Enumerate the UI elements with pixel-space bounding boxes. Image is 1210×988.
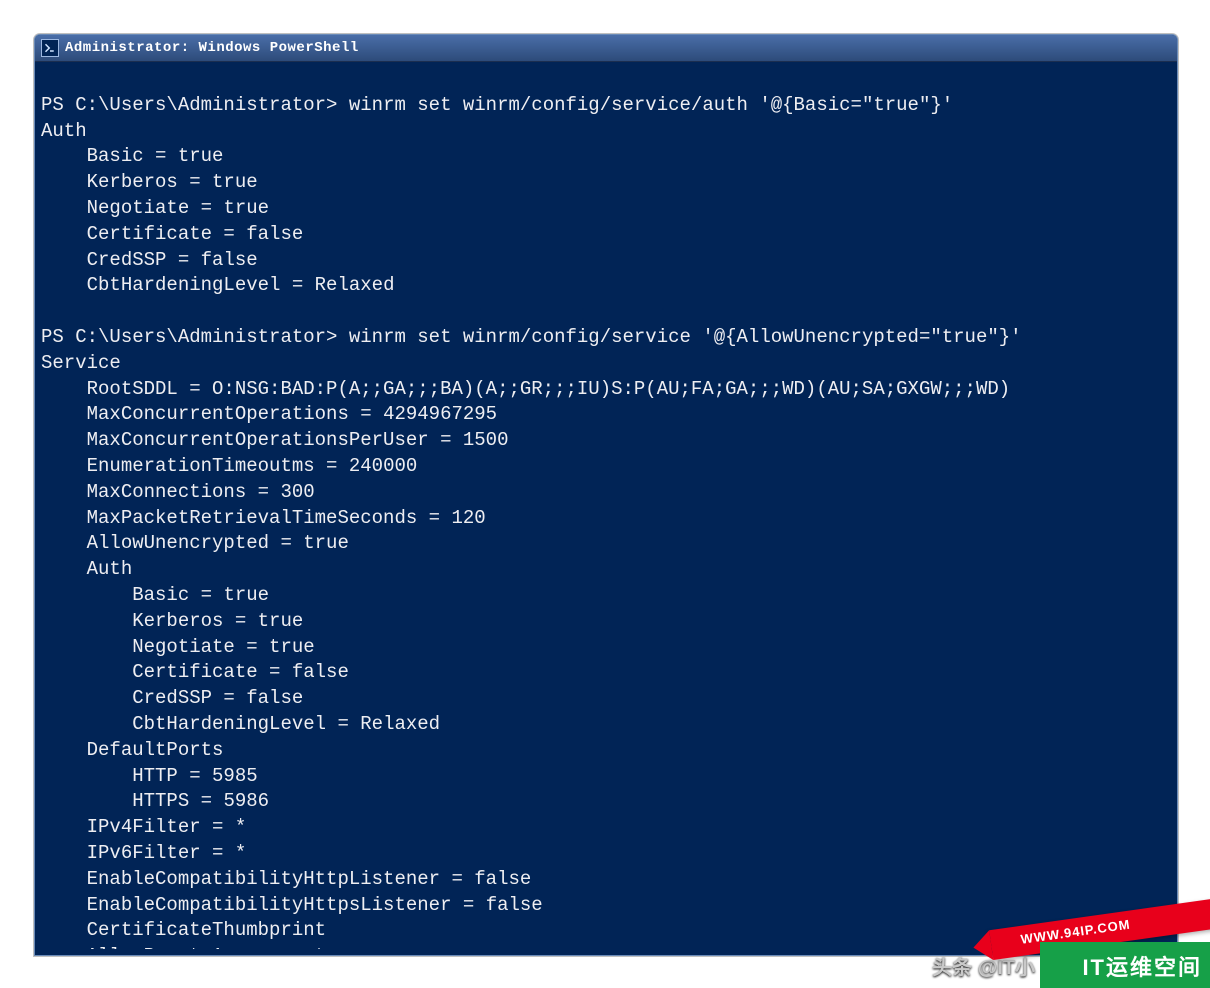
output-row: EnableCompatibilityHttpsListener = false (41, 894, 543, 916)
output-row: Kerberos = true (41, 171, 258, 193)
output-row: Basic = true (41, 145, 223, 167)
output-row: Certificate = false (41, 661, 349, 683)
output-row: CbtHardeningLevel = Relaxed (41, 713, 440, 735)
output-row: Negotiate = true (41, 636, 315, 658)
window-title: Administrator: Windows PowerShell (65, 40, 359, 56)
output-row: CbtHardeningLevel = Relaxed (41, 274, 394, 296)
output-row: RootSDDL = O:NSG:BAD:P(A;;GA;;;BA)(A;;GR… (41, 378, 1010, 400)
output-row: EnableCompatibilityHttpListener = false (41, 868, 531, 890)
blank-line (41, 300, 52, 322)
output-row: DefaultPorts (41, 739, 223, 761)
window-titlebar[interactable]: Administrator: Windows PowerShell (35, 35, 1177, 62)
output-row: Basic = true (41, 584, 269, 606)
output-row: Certificate = false (41, 223, 303, 245)
output-header: Auth (41, 120, 87, 142)
powershell-icon (41, 39, 59, 57)
output-row: CredSSP = false (41, 249, 258, 271)
output-row: HTTP = 5985 (41, 765, 258, 787)
output-row: Negotiate = true (41, 197, 269, 219)
output-row: AllowUnencrypted = true (41, 532, 349, 554)
output-row: MaxConcurrentOperations = 4294967295 (41, 403, 497, 425)
prompt-line: PS C:\Users\Administrator> winrm set win… (41, 94, 953, 116)
output-row: MaxConnections = 300 (41, 481, 315, 503)
prompt-line: PS C:\Users\Administrator> winrm set win… (41, 326, 1022, 348)
output-row: Kerberos = true (41, 610, 303, 632)
output-row: IPv4Filter = * (41, 816, 246, 838)
output-header: Service (41, 352, 121, 374)
terminal-output[interactable]: PS C:\Users\Administrator> winrm set win… (41, 65, 1171, 949)
output-row: AllowRemoteAccess = true (41, 945, 360, 949)
output-row: Auth (41, 558, 132, 580)
output-row: IPv6Filter = * (41, 842, 246, 864)
output-row: MaxPacketRetrievalTimeSeconds = 120 (41, 507, 486, 529)
output-row: CertificateThumbprint (41, 919, 326, 941)
output-row: HTTPS = 5986 (41, 790, 269, 812)
output-row: EnumerationTimeoutms = 240000 (41, 455, 417, 477)
output-row: CredSSP = false (41, 687, 303, 709)
output-row: MaxConcurrentOperationsPerUser = 1500 (41, 429, 508, 451)
powershell-window: Administrator: Windows PowerShell PS C:\… (34, 34, 1178, 956)
